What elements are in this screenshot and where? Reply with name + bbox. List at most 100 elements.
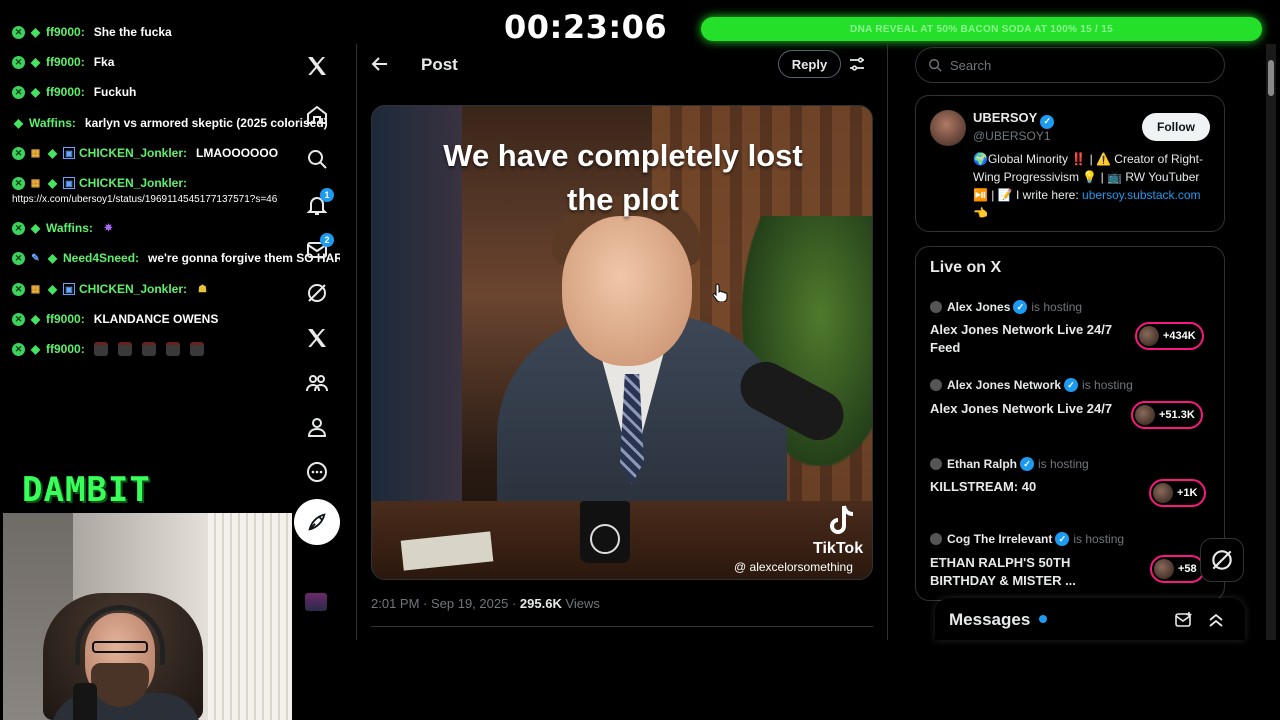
chat-text: Fka xyxy=(93,55,115,69)
live-host[interactable]: Ethan Ralph ✓ is hosting xyxy=(930,457,1089,471)
emote-icon: ✵ xyxy=(104,222,113,234)
more-options-icon[interactable] xyxy=(302,457,332,487)
x-logo-icon[interactable] xyxy=(302,51,332,81)
live-host[interactable]: Cog The Irrelevant ✓ is hosting xyxy=(930,532,1124,546)
diamond-badge-icon: ◆ xyxy=(30,25,41,39)
chat-username: CHICKEN_Jonkler: xyxy=(79,146,188,160)
post-date[interactable]: Sep 19, 2025 xyxy=(431,596,508,611)
profile-bio: 🌍Global Minority ‼️ | ⚠️ Creator of Righ… xyxy=(973,150,1213,222)
grok-icon xyxy=(1212,550,1232,570)
live-listeners-pill[interactable]: +51.3K xyxy=(1131,401,1203,429)
post-metadata: 2:01 PM · Sep 19, 2025 · 295.6K Views xyxy=(371,596,600,611)
messages-mail-icon[interactable]: 2 xyxy=(302,233,334,265)
account-avatar[interactable] xyxy=(305,593,327,611)
live-space-title[interactable]: KILLSTREAM: 40 xyxy=(930,478,1125,496)
hosting-label: is hosting xyxy=(1038,457,1089,471)
chat-message: ✕ ◆ Waffins: ✵ xyxy=(12,217,119,239)
unread-dot xyxy=(1039,615,1047,623)
subscriber-badge-icon: ▣ xyxy=(63,177,75,189)
moderator-badge-icon: ✕ xyxy=(12,85,25,99)
chat-username: CHICKEN_Jonkler: xyxy=(79,282,188,296)
post-video[interactable]: We have completely lost the plot xyxy=(371,105,873,580)
webcam-feed xyxy=(3,513,292,720)
search-field[interactable] xyxy=(915,47,1225,83)
emote-icon xyxy=(93,342,108,356)
diamond-badge-icon: ◆ xyxy=(47,176,58,190)
live-space-title[interactable]: Alex Jones Network Live 24/7 xyxy=(930,400,1125,418)
listener-avatar xyxy=(1154,559,1174,579)
live-listeners-pill[interactable]: +434K xyxy=(1135,322,1204,350)
chat-text: karlyn vs armored skeptic (2025 colorise… xyxy=(84,116,328,130)
post-views-count: 295.6K xyxy=(519,596,562,611)
page-title: Post xyxy=(421,55,458,74)
chat-message: ✕ ◆ ff9000: xyxy=(12,338,214,360)
live-space-title[interactable]: Alex Jones Network Live 24/7 Feed xyxy=(930,321,1125,357)
chat-text: KLANDANCE OWENS xyxy=(93,312,219,326)
search-icon xyxy=(929,59,942,72)
profile-icon[interactable] xyxy=(302,412,332,442)
hand-cursor-icon xyxy=(712,283,728,302)
chevron-up-icon[interactable] xyxy=(1207,611,1225,629)
profile-name[interactable]: UBERSOY ✓ xyxy=(973,110,1055,129)
listener-count: +1K xyxy=(1177,487,1198,499)
diamond-badge-icon: ◆ xyxy=(47,146,58,160)
communities-icon[interactable] xyxy=(302,368,332,398)
verified-badge-icon: ✓ xyxy=(1020,457,1035,471)
emote-icon xyxy=(117,342,132,356)
live-space-title[interactable]: ETHAN RALPH'S 50TH BIRTHDAY & MISTER ... xyxy=(930,554,1125,590)
subscriber-badge-icon: ▣ xyxy=(63,283,75,295)
moderator-badge-icon: ✕ xyxy=(12,282,25,296)
messages-badge: 2 xyxy=(320,233,334,247)
chat-username: ff9000: xyxy=(46,55,85,69)
grok-button[interactable] xyxy=(1200,538,1244,582)
live-host[interactable]: Alex Jones Network ✓ is hosting xyxy=(930,378,1133,392)
search-input[interactable] xyxy=(950,57,1190,73)
chat-message: ◆ Waffins: karlyn vs armored skeptic (20… xyxy=(12,112,328,134)
post-time[interactable]: 2:01 PM xyxy=(371,596,419,611)
grok-icon[interactable] xyxy=(302,278,332,308)
live-host[interactable]: Alex Jones ✓ is hosting xyxy=(930,300,1082,314)
goal-banner: DNA REVEAL AT 50% BACON SODA AT 100% 15 … xyxy=(701,17,1262,41)
listener-count: +434K xyxy=(1163,330,1196,342)
moderator-badge-icon: ✕ xyxy=(12,25,25,39)
tiktok-handle: @ alexcelorsomething xyxy=(734,560,853,574)
stream-timer: 00:23:06 xyxy=(504,8,668,46)
new-message-icon[interactable] xyxy=(1174,611,1194,629)
notifications-bell-icon[interactable]: 1 xyxy=(302,188,334,220)
chat-username: ff9000: xyxy=(46,85,85,99)
listener-count: +51.3K xyxy=(1159,409,1195,421)
messages-title[interactable]: Messages xyxy=(949,610,1030,630)
profile-avatar[interactable] xyxy=(930,110,966,146)
host-avatar xyxy=(930,458,942,470)
scrollbar-thumb[interactable] xyxy=(1268,60,1274,96)
video-caption: We have completely lost the plot xyxy=(372,134,872,222)
chat-message: ✕ ▦ ◆ ▣ CHICKEN_Jonkler: LMAOOOOOO xyxy=(12,142,278,164)
hosting-label: is hosting xyxy=(1082,378,1133,392)
compose-post-button[interactable] xyxy=(294,499,340,545)
moderator-badge-icon: ✕ xyxy=(12,342,25,356)
chat-message: ✕ ◆ ff9000: KLANDANCE OWENS xyxy=(12,308,218,330)
diamond-badge-icon: ◆ xyxy=(30,85,41,99)
premium-x-icon[interactable] xyxy=(302,323,332,353)
back-arrow-icon[interactable] xyxy=(370,54,390,74)
diamond-badge-icon: ◆ xyxy=(47,282,58,296)
verified-badge-icon: ✓ xyxy=(1040,114,1055,129)
subscriber-badge-icon: ▣ xyxy=(63,147,75,159)
reply-button[interactable]: Reply xyxy=(778,50,841,78)
host-name: Cog The Irrelevant xyxy=(947,532,1053,546)
channel-logo: DAMBIT xyxy=(22,470,151,510)
live-listeners-pill[interactable]: +58 xyxy=(1150,555,1205,583)
chat-username: Waffins: xyxy=(46,221,93,235)
chat-message: ✕ ◆ ff9000: Fuckuh xyxy=(12,81,136,103)
moderator-badge-icon: ✕ xyxy=(12,176,25,190)
moderator-badge-icon: ✕ xyxy=(12,146,25,160)
gift-badge-icon: ▦ xyxy=(30,283,41,295)
reply-settings-icon[interactable] xyxy=(848,55,866,73)
live-listeners-pill[interactable]: +1K xyxy=(1149,479,1206,507)
chat-link[interactable]: https://x.com/ubersoy1/status/1969114545… xyxy=(12,194,277,205)
explore-search-icon[interactable] xyxy=(302,144,332,174)
host-avatar xyxy=(930,379,942,391)
follow-button[interactable]: Follow xyxy=(1142,113,1210,141)
scrollbar-track[interactable] xyxy=(1266,44,1276,640)
home-icon[interactable] xyxy=(302,100,332,130)
